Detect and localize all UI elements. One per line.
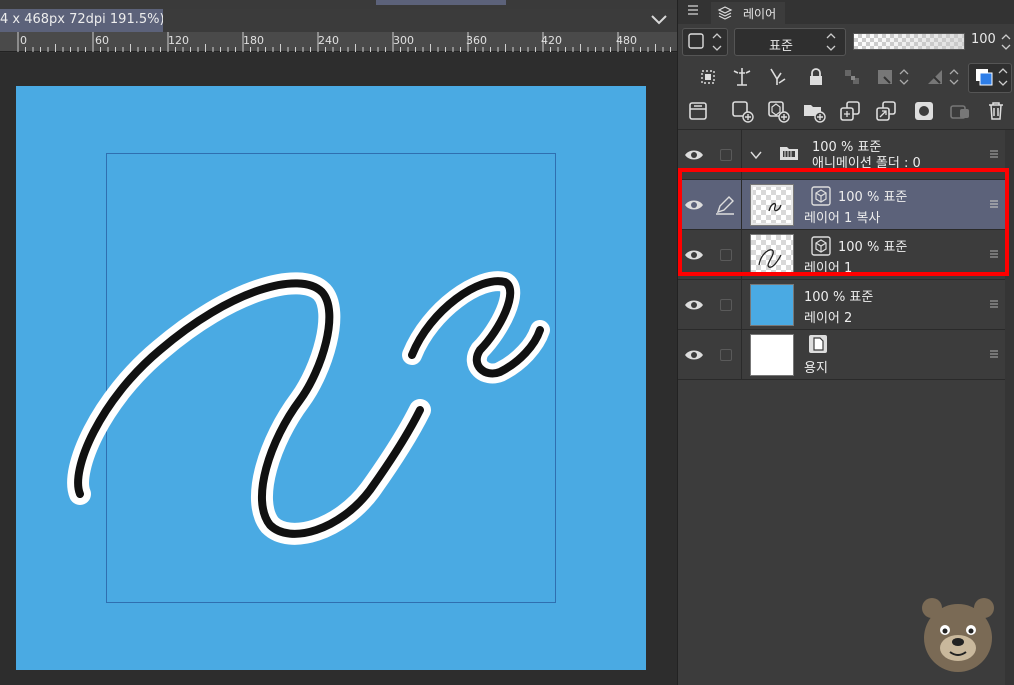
mask-icon[interactable] <box>924 65 968 89</box>
layer-opacity-blend: 100 % 표준 <box>804 290 874 305</box>
layer-panel: 레이어 표준 100 100 % 표준 애니메이션 폴더: 0 100 % 표… <box>677 0 1014 685</box>
eye-icon[interactable] <box>684 148 704 162</box>
merge-icon[interactable] <box>874 99 898 123</box>
opacity-slider[interactable] <box>853 33 965 50</box>
layer-lock-checkbox[interactable] <box>720 349 732 361</box>
canvas-area[interactable]: 4 x 468px 72dpi 191.5%) 0 60 120 180 240… <box>0 0 677 685</box>
blend-mode-select[interactable]: 표준 <box>734 28 846 56</box>
layer-lock-checkbox[interactable] <box>720 299 732 311</box>
spinner-arrows-icon <box>826 33 836 51</box>
column-divider <box>741 280 742 330</box>
eye-icon[interactable] <box>684 298 704 312</box>
tab-layer[interactable]: 레이어 <box>711 2 785 24</box>
layer-color-select[interactable] <box>682 28 728 56</box>
layer-property-row: 표준 100 <box>678 24 1014 60</box>
bear-mascot-icon <box>922 598 994 672</box>
transparency-lock-icon[interactable] <box>840 65 864 89</box>
new-vector-icon[interactable] <box>766 99 790 123</box>
layers-icon <box>717 6 733 20</box>
drag-handle-icon[interactable] <box>988 298 1000 310</box>
new-raster-icon[interactable] <box>730 99 754 123</box>
lock-icon[interactable] <box>804 65 828 89</box>
animation-folder-icon <box>780 147 798 160</box>
layer-color-button[interactable] <box>968 63 1012 93</box>
layer-thumbnail[interactable] <box>750 334 794 376</box>
stroke-line <box>74 279 424 538</box>
pen-lock-icon[interactable] <box>765 65 789 89</box>
color-icon <box>976 68 1008 86</box>
layer-row-paper[interactable]: 용지 <box>678 330 1005 380</box>
layer-props-icon[interactable] <box>686 99 710 123</box>
layer-row-layer2[interactable]: 100 % 표준 레이어 2 <box>678 280 1005 330</box>
eye-icon[interactable] <box>684 348 704 362</box>
layer-name: 용지 <box>804 361 828 376</box>
tab-label: 레이어 <box>743 7 777 21</box>
layer-name: 레이어 2 <box>804 311 853 326</box>
copy-down-icon[interactable] <box>838 99 862 123</box>
opacity-slider-fill <box>854 34 964 49</box>
new-folder-icon[interactable] <box>802 99 826 123</box>
lighthouse-icon[interactable] <box>730 65 754 89</box>
highlight-box <box>678 168 1009 276</box>
adjust-icon[interactable] <box>948 99 972 123</box>
layer-toolbar-2 <box>678 94 1014 130</box>
opacity-value[interactable]: 100 <box>971 32 996 47</box>
trash-icon[interactable] <box>984 99 1008 123</box>
swatch-icon <box>688 33 722 51</box>
layer-thumbnail[interactable] <box>750 284 794 326</box>
stroke-drawing <box>67 271 550 545</box>
layer-lock-checkbox[interactable] <box>720 149 732 161</box>
menu-icon[interactable] <box>686 3 700 17</box>
ref-layer-icon[interactable] <box>696 65 720 89</box>
opacity-stepper-icon[interactable] <box>1000 32 1012 52</box>
drag-handle-icon[interactable] <box>988 348 1000 360</box>
clip-icon[interactable] <box>874 65 918 89</box>
column-divider <box>741 330 742 380</box>
chevron-down-icon[interactable] <box>750 150 762 160</box>
drag-handle-icon[interactable] <box>988 148 1000 160</box>
paper-layer-icon <box>809 335 827 353</box>
panel-tabbar: 레이어 <box>678 0 1014 24</box>
layer-toolbar-1 <box>678 60 1014 94</box>
mask-add-icon[interactable] <box>912 99 936 123</box>
